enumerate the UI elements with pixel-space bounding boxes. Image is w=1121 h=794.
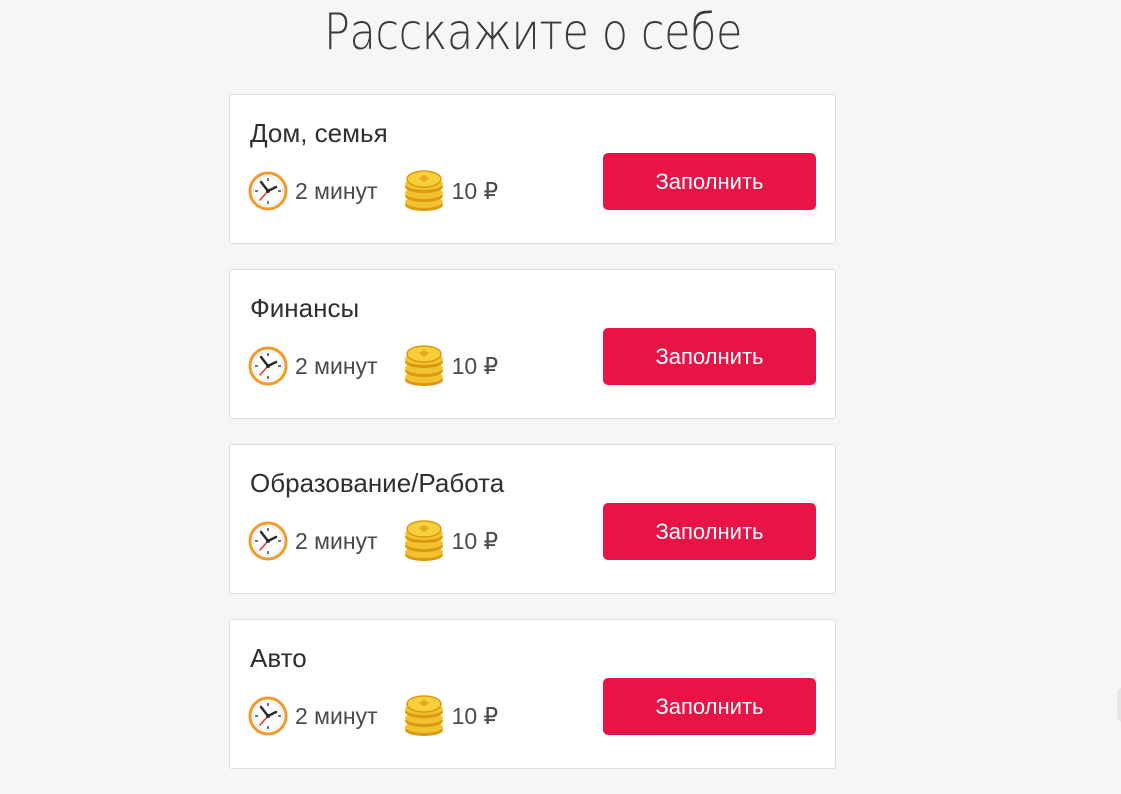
side-widget-handle[interactable] (1117, 688, 1121, 722)
coins-icon (404, 345, 443, 386)
card-meta: 2 минут 10 ₽ (248, 694, 498, 738)
survey-card: Финансы 2 минут 10 ₽ Заполнить (229, 269, 836, 419)
card-title: Образование/Работа (250, 468, 505, 498)
clock-icon (248, 521, 288, 561)
survey-card: Образование/Работа 2 минут 10 ₽ Заполнит… (229, 444, 836, 594)
survey-card-list: Дом, семья 2 минут 10 ₽ Заполнить Финанс… (229, 94, 836, 794)
card-meta: 2 минут 10 ₽ (248, 169, 498, 213)
duration-text: 2 минут (295, 352, 378, 379)
reward-text: 10 ₽ (451, 702, 499, 729)
duration-text: 2 минут (295, 527, 378, 554)
fill-button[interactable]: Заполнить (603, 153, 816, 210)
fill-button[interactable]: Заполнить (603, 328, 816, 385)
card-meta: 2 минут 10 ₽ (248, 344, 498, 388)
coins-icon (404, 695, 443, 736)
coins-icon (404, 170, 443, 211)
card-title: Дом, семья (250, 118, 388, 148)
card-title: Авто (250, 643, 307, 673)
card-title: Финансы (250, 293, 360, 323)
page-title: Расскажите о себе (323, 3, 743, 61)
duration-text: 2 минут (295, 177, 378, 204)
clock-icon (248, 346, 288, 386)
reward-text: 10 ₽ (451, 352, 499, 379)
clock-icon (248, 696, 288, 736)
survey-card: Авто 2 минут 10 ₽ Заполнить (229, 619, 836, 769)
fill-button[interactable]: Заполнить (603, 503, 816, 560)
clock-icon (248, 171, 288, 211)
reward-text: 10 ₽ (451, 177, 499, 204)
coins-icon (404, 520, 443, 561)
duration-text: 2 минут (295, 702, 378, 729)
card-meta: 2 минут 10 ₽ (248, 519, 498, 563)
survey-card: Дом, семья 2 минут 10 ₽ Заполнить (229, 94, 836, 244)
reward-text: 10 ₽ (451, 527, 499, 554)
fill-button[interactable]: Заполнить (603, 678, 816, 735)
